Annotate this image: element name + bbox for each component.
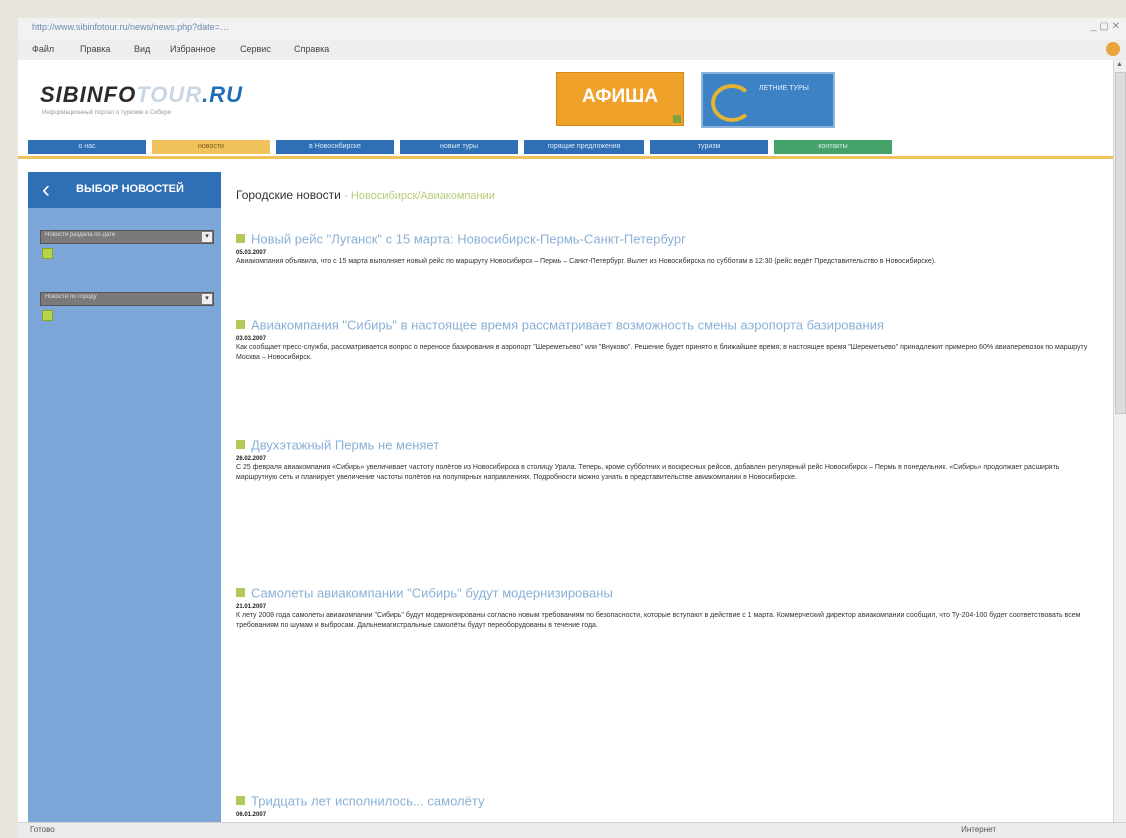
news-text: К лету 2008 года самолеты авиакомпании "…: [236, 612, 1081, 629]
news-text: С 25 февраля авиакомпания «Сибирь» увели…: [236, 464, 1060, 481]
news-title-link[interactable]: Самолеты авиакомпании "Сибирь" будут мод…: [251, 585, 613, 600]
news-item: Самолеты авиакомпании "Сибирь" будут мод…: [236, 584, 1096, 631]
news-date: 26.02.2007: [236, 456, 267, 462]
news-text: Авиакомпания объявила, что с 15 марта вы…: [236, 258, 937, 265]
menu-help[interactable]: Справка: [294, 44, 329, 54]
tours-banner[interactable]: ЛЕТНИЕ ТУРЫ: [701, 72, 835, 128]
status-zone: Интернет: [961, 825, 996, 834]
news-text: Как сообщает пресс-служба, рассматривает…: [236, 344, 1088, 361]
site-logo[interactable]: SIBINFOTOUR.RU: [40, 82, 243, 108]
menu-tools[interactable]: Сервис: [240, 44, 271, 54]
go-button-1[interactable]: [42, 248, 53, 259]
scroll-up-icon[interactable]: ▲: [1115, 61, 1124, 69]
news-date: 06.01.2007: [236, 812, 267, 818]
news-date-select[interactable]: Новости раздела по дате ▾: [40, 230, 214, 244]
go-button-2[interactable]: [42, 310, 53, 321]
bullet-icon: [236, 440, 245, 450]
url-text[interactable]: http://www.sibinfotour.ru/news/news.php?…: [32, 22, 229, 32]
scrollbar-thumb[interactable]: [1115, 72, 1126, 414]
nav-new-tours[interactable]: новые туры: [400, 140, 518, 154]
menu-favorites[interactable]: Избранное: [170, 44, 216, 54]
afisha-banner[interactable]: АФИША: [556, 72, 684, 126]
banner-corner-icon: [673, 115, 681, 123]
news-item: Авиакомпания "Сибирь" в настоящее время …: [236, 316, 1096, 363]
news-date: 21.01.2007: [236, 604, 267, 610]
nav-tourism[interactable]: туризм: [650, 140, 768, 154]
banner-swirl-icon: [711, 84, 753, 122]
vertical-scrollbar[interactable]: ▲: [1113, 60, 1126, 822]
nav-contacts[interactable]: контакты: [774, 140, 892, 154]
sidebar-header: ‹ ВЫБОР НОВОСТЕЙ: [28, 172, 221, 208]
news-date: 03.03.2007: [236, 336, 267, 342]
news-item: Двухэтажный Пермь не меняет 26.02.2007 С…: [236, 436, 1096, 483]
browser-address-bar[interactable]: http://www.sibinfotour.ru/news/news.php?…: [18, 18, 1126, 41]
web-page: SIBINFOTOUR.RU Информационный портал о т…: [18, 60, 1114, 822]
news-item: Новый рейс "Луганск" с 15 марта: Новосиб…: [236, 230, 1096, 267]
sidebar-title: ВЫБОР НОВОСТЕЙ: [76, 183, 184, 195]
nav-novosibirsk[interactable]: в Новосибирске: [276, 140, 394, 154]
bullet-icon: [236, 588, 245, 598]
menu-file[interactable]: Файл: [32, 44, 54, 54]
news-city-select[interactable]: Новости по городу ▾: [40, 292, 214, 306]
main-nav: о нас новости в Новосибирске новые туры …: [28, 140, 908, 154]
sidebar: ‹ ВЫБОР НОВОСТЕЙ Новости раздела по дате…: [28, 172, 221, 822]
status-text: Готово: [30, 825, 55, 834]
site-slogan: Информационный портал о туризме в Сибири: [42, 110, 172, 116]
browser-logo-icon: [1106, 42, 1120, 56]
nav-hot-offers[interactable]: горящие предложения: [524, 140, 644, 154]
news-title-link[interactable]: Авиакомпания "Сибирь" в настоящее время …: [251, 317, 884, 332]
nav-about[interactable]: о нас: [28, 140, 146, 154]
browser-menubar: Файл Правка Вид Избранное Сервис Справка: [18, 40, 1126, 61]
menu-edit[interactable]: Правка: [80, 44, 110, 54]
bullet-icon: [236, 234, 245, 244]
bullet-icon: [236, 320, 245, 330]
chevron-left-icon: ‹: [42, 176, 50, 203]
nav-divider: [18, 156, 1114, 159]
news-item: Тридцать лет исполнилось... самолёту 06.…: [236, 792, 1096, 819]
nav-news[interactable]: новости: [152, 140, 270, 154]
page-title: Городские новости - Новосибирск/Авиакомп…: [236, 188, 495, 202]
window-controls[interactable]: _ ▢ ✕: [1091, 21, 1120, 32]
bullet-icon: [236, 796, 245, 806]
news-title-link[interactable]: Новый рейс "Луганск" с 15 марта: Новосиб…: [251, 231, 686, 246]
status-bar: Готово Интернет: [18, 822, 1126, 838]
menu-view[interactable]: Вид: [134, 44, 150, 54]
news-title-link[interactable]: Двухэтажный Пермь не меняет: [251, 437, 439, 452]
dropdown-arrow-icon[interactable]: ▾: [202, 294, 212, 304]
dropdown-arrow-icon[interactable]: ▾: [202, 232, 212, 242]
news-date: 05.03.2007: [236, 250, 267, 256]
news-title-link[interactable]: Тридцать лет исполнилось... самолёту: [251, 793, 484, 808]
